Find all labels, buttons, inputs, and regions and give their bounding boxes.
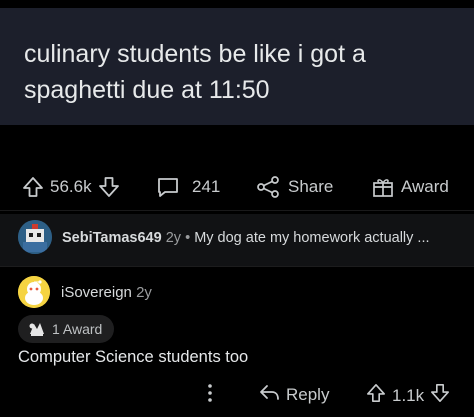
share-button[interactable]: Share bbox=[256, 176, 333, 198]
upvote-arrow-icon[interactable] bbox=[366, 382, 386, 409]
top-reply-username[interactable]: SebiTamas649 bbox=[62, 230, 162, 246]
top-reply-separator: • bbox=[185, 230, 191, 246]
post-action-bar: 56.6k 241 Share Award bbox=[0, 168, 474, 206]
comment-vote-group: 1.1k bbox=[366, 382, 450, 409]
snoo-avatar-icon[interactable] bbox=[18, 276, 50, 308]
reply-label: Reply bbox=[286, 384, 330, 404]
reply-button[interactable]: Reply bbox=[258, 382, 329, 407]
vote-group: 56.6k bbox=[22, 176, 120, 198]
comments-button[interactable]: 241 bbox=[156, 176, 220, 198]
award-count: 1 Award bbox=[52, 321, 103, 337]
award-label: Award bbox=[401, 177, 449, 196]
upvote-arrow-icon[interactable] bbox=[22, 176, 44, 198]
snoo-avatar-icon[interactable] bbox=[18, 220, 52, 254]
divider bbox=[0, 266, 474, 267]
award-badge[interactable]: 1 Award bbox=[18, 315, 115, 343]
comment-bubble-icon bbox=[156, 176, 180, 198]
upvote-count: 56.6k bbox=[50, 177, 92, 196]
reply-arrow-icon bbox=[258, 382, 280, 407]
comment-count: 241 bbox=[192, 177, 221, 196]
top-reply-meta: SebiTamas649 2y • My dog ate my homework… bbox=[62, 230, 430, 246]
downvote-arrow-icon[interactable] bbox=[430, 382, 450, 409]
gift-award-icon bbox=[371, 176, 395, 198]
post-image-text: culinary students be like i got a spaghe… bbox=[24, 40, 366, 104]
downvote-arrow-icon[interactable] bbox=[98, 176, 120, 198]
comment-body: Computer Science students too bbox=[18, 348, 249, 366]
comment-vote-count: 1.1k bbox=[392, 385, 425, 405]
award-button[interactable]: Award bbox=[371, 176, 449, 198]
top-reply-preview-text: My dog ate my homework actually ... bbox=[194, 230, 430, 246]
share-label: Share bbox=[288, 177, 334, 196]
share-icon bbox=[256, 176, 280, 198]
divider bbox=[0, 210, 474, 211]
more-dots-icon[interactable] bbox=[204, 382, 216, 409]
post-image[interactable]: culinary students be like i got a spaghe… bbox=[0, 8, 474, 125]
comment-action-bar: Reply 1.1k bbox=[0, 378, 474, 410]
award-icon bbox=[26, 320, 48, 338]
top-reply-age: 2y bbox=[165, 230, 182, 246]
comment-header: iSovereign 2y bbox=[61, 284, 152, 301]
comment-username[interactable]: iSovereign bbox=[61, 284, 132, 301]
comment-age: 2y bbox=[136, 284, 152, 301]
